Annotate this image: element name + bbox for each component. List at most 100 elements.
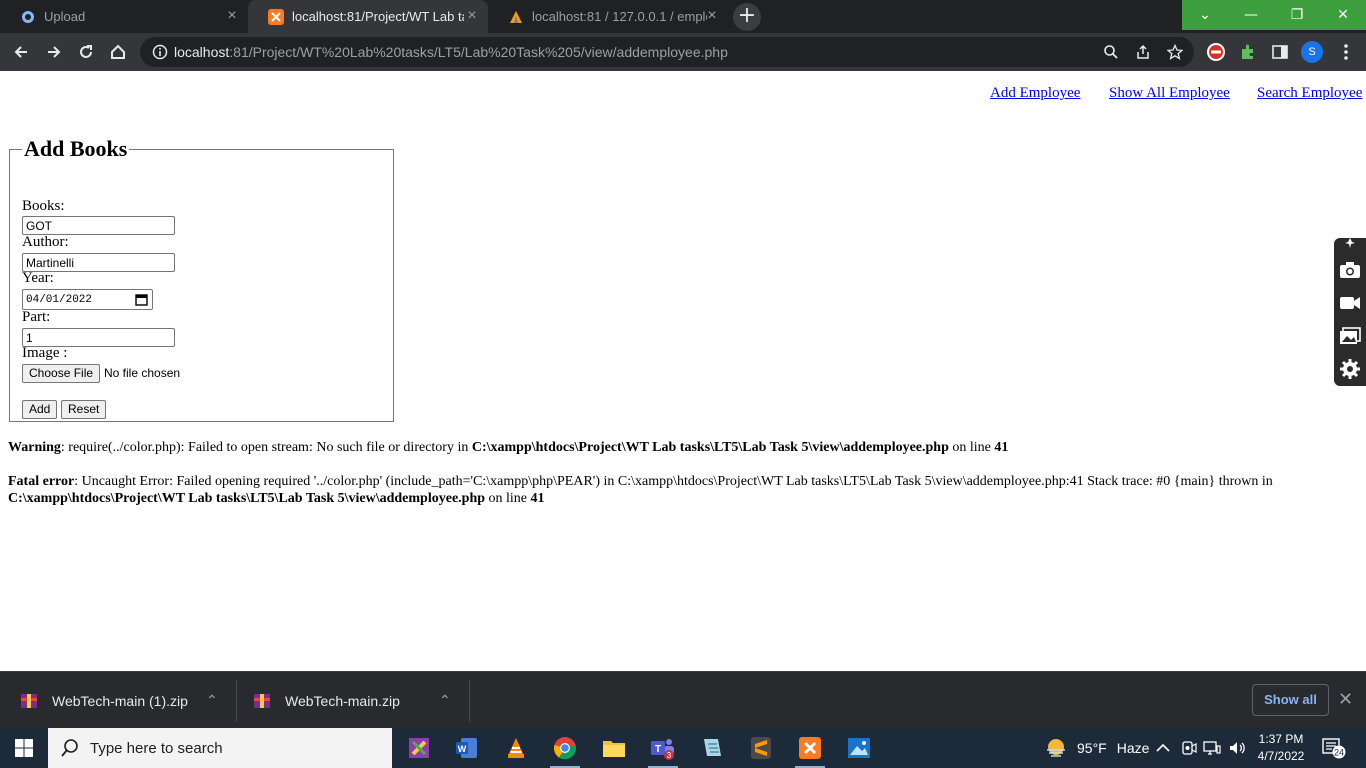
weather-temp: 95°F [1077,740,1107,756]
capture-side-widget [1334,238,1366,386]
calendar-icon[interactable] [135,293,148,310]
forward-button[interactable] [43,41,65,63]
volume-icon[interactable] [1228,728,1246,768]
tray-overflow-chevron-icon[interactable] [1156,728,1170,768]
notepad-icon [704,739,721,756]
profile-avatar[interactable]: S [1301,41,1323,63]
reset-button[interactable]: Reset [61,400,107,419]
part-label: Part: [22,309,51,325]
share-icon[interactable] [1134,43,1152,61]
reload-button[interactable] [75,41,97,63]
warning-line: 41 [994,440,1009,455]
new-tab-button[interactable]: + [733,3,761,31]
windows-logo-icon [15,739,33,757]
tab-label: localhost:81 / 127.0.0.1 / employ [532,9,707,24]
download-item[interactable]: WebTech-main.zip ⌃ [253,672,469,729]
year-date-value: 04/01/2022 [26,293,93,306]
download-divider [236,680,237,722]
download-item[interactable]: WebTech-main (1).zip ⌃ [20,672,236,729]
taskbar-app-sublime[interactable] [737,728,785,768]
address-bar[interactable]: localhost:81/Project/WT%20Lab%20tasks/LT… [140,37,1194,67]
close-window-button[interactable]: ✕ [1320,0,1366,30]
notification-center-icon[interactable]: 24 [1322,737,1346,759]
info-icon[interactable] [152,44,168,64]
home-button[interactable] [107,41,129,63]
warning-path: C:\xampp\htdocs\Project\WT Lab tasks\LT5… [471,440,949,455]
tab-search-icon[interactable]: ⌄ [1182,0,1228,30]
author-label: Author: [22,234,69,250]
haze-sun-icon [1047,739,1065,757]
back-button[interactable] [10,41,32,63]
add-button[interactable]: Add [22,400,58,419]
nav-show-all-employee-link[interactable]: Show All Employee [1109,85,1230,102]
tab-addemployee[interactable]: localhost:81/Project/WT Lab task × [248,0,488,33]
notification-count: 24 [1334,748,1344,758]
taskbar-app-xampp[interactable] [786,728,834,768]
taskbar-app-chrome[interactable] [541,728,589,768]
meet-now-icon[interactable] [1181,728,1197,768]
teams-icon: T3 [651,739,674,760]
close-icon[interactable]: × [704,8,720,24]
tab-phpmyadmin[interactable]: localhost:81 / 127.0.0.1 / employ × [488,0,728,33]
bookmark-star-icon[interactable] [1166,43,1184,61]
fatal-line: 41 [530,491,545,506]
fatal-label: Fatal error [8,474,75,489]
adblock-icon[interactable] [1206,42,1226,62]
extensions-icon[interactable] [1238,42,1258,62]
windows-taskbar: Type here to search W T3 95°F Haze 1:37 … [0,728,1366,768]
taskbar-app-teams[interactable]: T3 [639,728,687,768]
weather-widget[interactable]: 95°F Haze [1045,728,1149,768]
clock-date: 4/7/2022 [1257,749,1305,763]
clock-time: 1:37 PM [1258,732,1304,746]
settings-gear-icon[interactable] [1338,357,1362,381]
choose-file-button[interactable]: Choose File [22,364,101,383]
chevron-up-icon[interactable]: ⌃ [439,692,451,709]
add-books-fieldset: Add Books Books: Author: Year: 04/01/202… [9,136,394,422]
taskbar-app-winrar[interactable] [395,728,443,768]
word-icon: W [456,738,477,758]
winrar-archive-icon [21,693,37,708]
chevron-up-icon[interactable]: ⌃ [206,692,218,709]
taskbar-app-vlc[interactable] [492,728,540,768]
home-icon [111,44,125,59]
close-shelf-icon[interactable]: ✕ [1338,689,1353,710]
warning-online: on line [948,440,995,455]
close-icon[interactable]: × [464,8,480,24]
zoom-icon[interactable] [1102,43,1120,61]
minimize-button[interactable]: — [1228,0,1274,30]
network-icon[interactable] [1203,728,1221,768]
fatal-online: on line [485,491,531,506]
side-panel-icon[interactable] [1270,42,1290,62]
folder-icon [603,741,625,757]
pin-icon[interactable] [1338,236,1362,250]
image-label: Image : [22,345,68,361]
start-button[interactable] [0,728,48,768]
warning-text: : require(../color.php): Failed to open … [60,440,472,455]
file-status-text: No file chosen [104,366,181,380]
nav-add-employee-link[interactable]: Add Employee [990,85,1080,102]
close-icon[interactable]: × [224,8,240,24]
camera-icon[interactable] [1338,258,1362,282]
video-record-icon[interactable] [1338,291,1362,315]
tab-label: localhost:81/Project/WT Lab task [292,9,464,24]
fatal-path: C:\xampp\htdocs\Project\WT Lab tasks\LT5… [8,491,486,506]
download-filename: WebTech-main (1).zip [52,692,188,709]
fatal-text: : Uncaught Error: Failed opening require… [74,474,1273,489]
taskbar-app-photos[interactable] [835,728,883,768]
browser-toolbar: localhost:81/Project/WT%20Lab%20tasks/LT… [0,33,1366,71]
taskbar-clock[interactable]: 1:37 PM 4/7/2022 [1250,731,1312,765]
winrar-archive-icon [254,693,270,708]
taskbar-search-box[interactable]: Type here to search [48,728,392,768]
nav-search-employee-link[interactable]: Search Employee [1257,85,1362,102]
tab-upload[interactable]: Upload × [0,0,248,33]
taskbar-app-word[interactable]: W [443,728,491,768]
warning-message: Warning: require(../color.php): Failed t… [8,439,1348,456]
year-date-input[interactable]: 04/01/2022 [22,289,153,310]
restore-button[interactable]: ❐ [1274,0,1320,30]
taskbar-app-file-explorer[interactable] [590,728,638,768]
menu-kebab-icon[interactable] [1336,42,1356,62]
show-all-downloads-button[interactable]: Show all [1252,684,1329,716]
books-input[interactable] [22,216,175,235]
taskbar-app-notepad[interactable] [688,728,736,768]
gallery-icon[interactable] [1338,324,1362,348]
